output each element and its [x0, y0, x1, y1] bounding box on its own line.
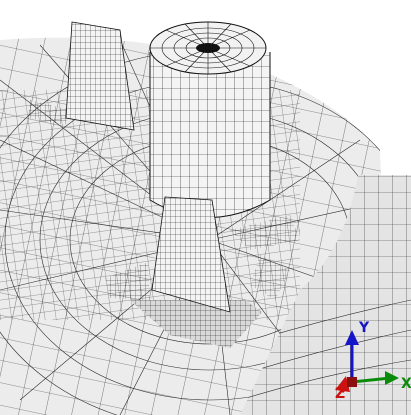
x-axis-label: X [401, 376, 411, 392]
y-axis-label: Y [358, 320, 370, 336]
z-axis-label: Z [335, 386, 345, 402]
cylinder-top-cap [149, 21, 267, 75]
triad-origin [347, 377, 357, 387]
mesh-viewport[interactable]: Y X Z [0, 0, 411, 415]
